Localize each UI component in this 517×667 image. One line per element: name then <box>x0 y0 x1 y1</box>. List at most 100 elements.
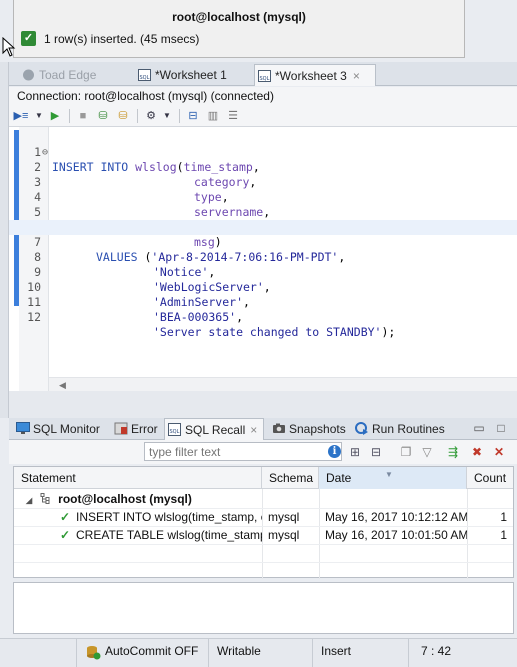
explain-plan-icon[interactable]: ⚙ <box>143 108 159 124</box>
code-line: 5 code, <box>9 190 517 234</box>
run-statement-icon[interactable]: ⇶ <box>445 444 461 460</box>
run-icon[interactable]: ▶ <box>47 108 63 124</box>
insert-mode-status: Insert <box>312 639 408 667</box>
date-cell: May 16, 2017 10:01:50 AM <box>325 528 467 542</box>
chevron-down-icon[interactable]: ▼ <box>31 108 47 124</box>
editor-tab-bar: Toad Edge SQL *Worksheet 1 SQL *Workshee… <box>9 62 517 86</box>
group-label: root@localhost (mysql) <box>58 492 192 506</box>
scroll-left-icon[interactable]: ◀ <box>59 380 66 390</box>
tab-worksheet-3[interactable]: SQL *Worksheet 3 × <box>254 64 376 86</box>
left-panel-edge[interactable] <box>0 62 9 418</box>
tab-label: *Worksheet 1 <box>155 68 227 82</box>
success-check-icon: ✓ <box>21 31 36 46</box>
filter-funnel-icon[interactable]: ▽ <box>419 444 435 460</box>
column-header-date[interactable]: Date ▼ <box>319 467 467 489</box>
table-row[interactable]: ✓ CREATE TABLE wlslog(time_stamp mysql Ma… <box>14 526 513 544</box>
sql-recall-table: Statement Schema Date ▼ Count ◢ root@loca… <box>13 466 514 579</box>
tab-snapshots[interactable]: Snapshots <box>269 418 346 440</box>
table-header: Statement Schema Date ▼ Count <box>14 467 513 489</box>
success-check-icon: ✓ <box>60 510 71 524</box>
info-icon[interactable]: i <box>328 445 341 458</box>
editor-toolbar: ▶≡ ▼ ▶ ■ ⛁ ⛁ ⚙ ▼ ⊟ ▥ ☰ <box>9 105 517 127</box>
toolbar-separator <box>137 109 138 123</box>
toad-edge-icon <box>23 69 34 81</box>
tab-label: Run Routines <box>372 422 445 436</box>
column-label: Date <box>326 471 352 485</box>
success-check-icon: ✓ <box>60 528 71 542</box>
results-panel-icon[interactable]: ☰ <box>225 108 241 124</box>
connection-status: Connection: root@localhost (mysql) (conn… <box>9 87 517 105</box>
writable-status: Writable <box>208 639 312 667</box>
toolbar-separator <box>179 109 180 123</box>
tab-error[interactable]: Error <box>111 418 158 440</box>
expand-all-icon[interactable]: ⊞ <box>347 444 363 460</box>
tab-sql-monitor[interactable]: SQL Monitor <box>13 418 100 440</box>
autocommit-toggle[interactable]: AutoCommit OFF <box>76 639 208 667</box>
code-line: 9 'WebLogicServer', <box>9 250 517 294</box>
column-header-schema[interactable]: Schema <box>262 467 319 489</box>
camera-icon <box>273 423 285 433</box>
status-bar: AutoCommit OFF Writable Insert 7 : 42 <box>0 638 517 667</box>
count-cell: 1 <box>500 510 507 524</box>
rollback-icon[interactable]: ⛁ <box>115 108 131 124</box>
tab-sql-recall[interactable]: SQL SQL Recall × <box>164 418 264 440</box>
code-area[interactable]: 1 ⊖ INSERT INTO wlslog(time_stamp, 2 cate… <box>9 130 517 339</box>
commit-icon[interactable]: ⛁ <box>95 108 111 124</box>
group-row[interactable]: ◢ root@localhost (mysql) <box>14 490 513 508</box>
horizontal-scrollbar[interactable]: ◀ <box>49 377 517 391</box>
code-line: 6 msg) <box>9 205 517 249</box>
stop-icon[interactable]: ■ <box>75 108 91 124</box>
tab-worksheet-1[interactable]: SQL *Worksheet 1 <box>135 64 227 86</box>
tab-label: Error <box>131 422 158 436</box>
code-line: 11 'BEA-000365', <box>9 280 517 324</box>
svg-text:SQL: SQL <box>140 75 150 81</box>
code-line: 2 category, <box>9 145 517 189</box>
line-number: 12 <box>27 310 41 324</box>
close-icon[interactable]: × <box>250 423 257 437</box>
tab-toad-edge[interactable]: Toad Edge <box>19 64 96 86</box>
chevron-down-icon[interactable]: ▼ <box>159 108 175 124</box>
sql-file-icon: SQL <box>258 70 271 82</box>
maximize-icon[interactable]: □ <box>493 420 509 436</box>
sql-editor[interactable]: 1 ⊖ INSERT INTO wlslog(time_stamp, 2 cate… <box>9 127 517 391</box>
connection-icon <box>40 493 50 504</box>
code-line: 3 type, <box>9 160 517 204</box>
minimize-icon[interactable]: ▭ <box>471 420 487 436</box>
column-header-count[interactable]: Count <box>467 467 515 489</box>
tab-label: SQL Monitor <box>33 422 100 436</box>
toolbar-separator <box>69 109 70 123</box>
collapse-all-icon[interactable]: ⊟ <box>368 444 384 460</box>
tab-label: Snapshots <box>289 422 346 436</box>
close-icon[interactable]: × <box>353 69 360 83</box>
sql-file-icon: SQL <box>138 69 151 81</box>
statement-detail-pane[interactable] <box>13 582 514 634</box>
delete-all-icon[interactable]: ✕ <box>491 444 507 460</box>
code-line: 12 'Server state changed to STANDBY'); <box>9 295 517 339</box>
filter-toolbar: i ⊞ ⊟ ❐ ▽ ⇶ ✖ ✕ <box>9 440 517 464</box>
notification-popup: root@localhost (mysql) ✓ 1 row(s) insert… <box>13 0 465 58</box>
copy-icon[interactable]: ❐ <box>398 444 414 460</box>
panel-splitter[interactable] <box>9 391 517 418</box>
statement-cell: INSERT INTO wlslog(time_stamp, c <box>76 510 262 524</box>
layout-icon[interactable]: ▥ <box>205 108 221 124</box>
execute-script-icon[interactable]: ▶≡ <box>13 108 29 124</box>
mouse-cursor-icon <box>2 37 16 57</box>
delete-selected-icon[interactable]: ✖ <box>469 444 485 460</box>
bottom-tab-bar: SQL Monitor Error SQL SQL Recall × Snapsh… <box>9 418 517 440</box>
sql-recall-icon: SQL <box>168 423 181 436</box>
notification-title: root@localhost (mysql) <box>172 10 306 24</box>
format-sql-icon[interactable]: ⊟ <box>185 108 201 124</box>
tab-run-routines[interactable]: Run Routines <box>352 418 445 440</box>
error-icon <box>114 422 128 435</box>
autocommit-icon <box>87 646 101 660</box>
schema-cell: mysql <box>268 528 300 542</box>
filter-input[interactable] <box>144 442 342 461</box>
table-row[interactable]: ✓ INSERT INTO wlslog(time_stamp, c mysql … <box>14 508 513 526</box>
code-line-current: 7 VALUES ('Apr-8-2014-7:06:16-PM-PDT', <box>9 220 517 264</box>
column-header-statement[interactable]: Statement <box>14 467 262 489</box>
schema-cell: mysql <box>268 510 300 524</box>
notification-message: 1 row(s) inserted. (45 msecs) <box>44 32 200 46</box>
collapse-toggle-icon[interactable]: ◢ <box>26 496 32 505</box>
autocommit-label: AutoCommit OFF <box>105 644 199 658</box>
date-cell: May 16, 2017 10:12:12 AM <box>325 510 467 524</box>
